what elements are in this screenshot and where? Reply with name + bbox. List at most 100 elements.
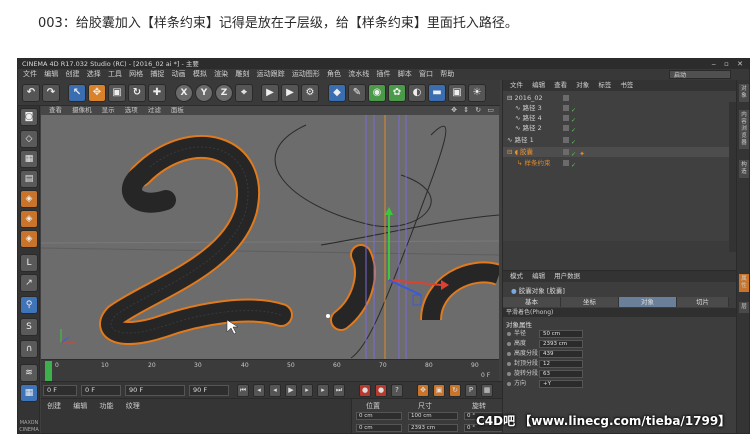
- keyframe-selection-icon[interactable]: ?: [391, 384, 403, 397]
- animate-dot-icon[interactable]: [507, 372, 511, 376]
- right-tab-structure[interactable]: 构造: [739, 160, 749, 178]
- direction-select[interactable]: +Y: [539, 380, 583, 388]
- deformer-icon[interactable]: ◐: [408, 84, 426, 102]
- menu-edit[interactable]: 编辑: [44, 69, 58, 80]
- window-controls[interactable]: ‒ ▫ ✕: [711, 59, 746, 69]
- make-editable-icon[interactable]: ◙: [20, 108, 38, 126]
- tree-row[interactable]: ∿ 路径 3 ✓: [503, 103, 736, 114]
- grid-icon[interactable]: ▦: [20, 384, 38, 402]
- animate-dot-icon[interactable]: [507, 362, 511, 366]
- tweak-mode-icon[interactable]: ↗: [20, 274, 38, 292]
- tree-row[interactable]: ∿ 路径 4 ✓: [503, 113, 736, 124]
- start-frame-field[interactable]: 0 F: [43, 385, 77, 396]
- min-frame-field[interactable]: 0 F: [81, 385, 121, 396]
- animate-dot-icon[interactable]: [507, 332, 511, 336]
- model-mode-icon[interactable]: ◇: [20, 130, 38, 148]
- om-menu-file[interactable]: 文件: [510, 81, 523, 89]
- floor-icon[interactable]: ▬: [428, 84, 446, 102]
- tab-basic[interactable]: 基本: [503, 297, 561, 307]
- layer-icon[interactable]: ≋: [20, 364, 38, 382]
- key-scale-icon[interactable]: ▣: [433, 384, 445, 397]
- cube-icon[interactable]: ◆: [328, 84, 346, 102]
- key-rotation-icon[interactable]: ↻: [449, 384, 461, 397]
- mat-menu-function[interactable]: 功能: [99, 402, 113, 410]
- menu-select[interactable]: 选择: [87, 69, 101, 80]
- scale-tool-icon[interactable]: ▣: [108, 84, 126, 102]
- vp-menu-view[interactable]: 查看: [49, 106, 62, 114]
- tree-row[interactable]: ∿ 路径 2 ✓: [503, 123, 736, 134]
- visibility-flag[interactable]: [563, 105, 569, 111]
- playhead[interactable]: [45, 361, 52, 381]
- menu-mograph[interactable]: 运动图形: [292, 69, 320, 80]
- enabled-check-icon[interactable]: ✓: [571, 140, 577, 146]
- am-menu-edit[interactable]: 编辑: [532, 272, 545, 280]
- move-tool-icon[interactable]: ✥: [88, 84, 106, 102]
- menu-plugins[interactable]: 插件: [377, 69, 391, 80]
- render-settings-icon[interactable]: ⚙: [301, 84, 319, 102]
- animate-dot-icon[interactable]: [507, 342, 511, 346]
- vp-menu-panel[interactable]: 面板: [171, 106, 184, 114]
- perspective-viewport[interactable]: 查看 摄像机 显示 选项 过滤 面板 ✥ ⇕ ↻ ▭: [41, 106, 499, 359]
- param-value[interactable]: 12: [539, 360, 583, 368]
- max-frame-field[interactable]: 90 F: [125, 385, 185, 396]
- next-frame-icon[interactable]: ▸: [301, 384, 313, 397]
- snap-icon[interactable]: ⚲: [20, 296, 38, 314]
- camera-icon[interactable]: ▣: [448, 84, 466, 102]
- tab-coordinates[interactable]: 坐标: [561, 297, 619, 307]
- add-object-icon[interactable]: ✚: [148, 84, 166, 102]
- mat-menu-create[interactable]: 创建: [47, 402, 61, 410]
- right-tab-attributes[interactable]: 属性: [739, 274, 749, 292]
- y-axis-lock-icon[interactable]: Y: [195, 84, 213, 102]
- right-tab-layers[interactable]: 层: [739, 302, 749, 313]
- coordinate-system-icon[interactable]: ⌖: [235, 84, 253, 102]
- param-value[interactable]: 63: [539, 370, 583, 378]
- solo-icon[interactable]: S: [20, 318, 38, 336]
- magnet-icon[interactable]: ∩: [20, 340, 38, 358]
- live-selection-icon[interactable]: ↖: [68, 84, 86, 102]
- key-parameter-icon[interactable]: P: [465, 384, 477, 397]
- tree-row[interactable]: ↳ 样条约束 ✓: [503, 158, 736, 169]
- om-menu-objects[interactable]: 对象: [576, 81, 589, 89]
- menu-mesh[interactable]: 网格: [129, 69, 143, 80]
- vp-menu-filter[interactable]: 过滤: [148, 106, 161, 114]
- edges-mode-icon[interactable]: ◈: [20, 210, 38, 228]
- am-menu-user-data[interactable]: 用户数据: [554, 272, 580, 280]
- menu-snap[interactable]: 捕捉: [150, 69, 164, 80]
- om-menu-view[interactable]: 查看: [554, 81, 567, 89]
- coord-position-field[interactable]: 0 cm: [356, 412, 402, 420]
- visibility-flag[interactable]: [563, 125, 569, 131]
- param-value[interactable]: 50 cm: [539, 330, 583, 338]
- tree-row[interactable]: ∿ 路径 1 ✓: [503, 135, 736, 146]
- viewport-nav-icons[interactable]: ✥ ⇕ ↻ ▭: [451, 106, 496, 115]
- enabled-check-icon[interactable]: ✓: [571, 128, 577, 134]
- light-icon[interactable]: ☀: [468, 84, 486, 102]
- menu-pipeline[interactable]: 流水线: [348, 69, 369, 80]
- am-menu-mode[interactable]: 模式: [510, 272, 523, 280]
- om-menu-tags[interactable]: 标签: [598, 81, 611, 89]
- axis-mode-icon[interactable]: L: [20, 254, 38, 272]
- param-value[interactable]: 439: [539, 350, 583, 358]
- vp-menu-options[interactable]: 选项: [125, 106, 138, 114]
- visibility-flag[interactable]: [563, 160, 569, 166]
- visibility-flag[interactable]: [563, 137, 569, 143]
- rotate-tool-icon[interactable]: ↻: [128, 84, 146, 102]
- subdivision-icon[interactable]: ◉: [368, 84, 386, 102]
- tree-row[interactable]: ⊟ 2016_02: [503, 93, 736, 103]
- prev-key-icon[interactable]: ◂: [253, 384, 265, 397]
- menu-window[interactable]: 窗口: [419, 69, 433, 80]
- vp-menu-display[interactable]: 显示: [102, 106, 115, 114]
- visibility-flag[interactable]: [563, 95, 569, 101]
- menu-animate[interactable]: 动画: [172, 69, 186, 80]
- cloner-icon[interactable]: ✿: [388, 84, 406, 102]
- coord-size-field[interactable]: 100 cm: [408, 412, 458, 420]
- points-mode-icon[interactable]: ◈: [20, 190, 38, 208]
- menu-tools[interactable]: 工具: [108, 69, 122, 80]
- polygons-mode-icon[interactable]: ◈: [20, 230, 38, 248]
- tab-slice[interactable]: 切片: [677, 297, 729, 307]
- visibility-flag[interactable]: [563, 149, 569, 155]
- menu-character[interactable]: 角色: [327, 69, 341, 80]
- menu-render[interactable]: 渲染: [214, 69, 228, 80]
- redo-icon[interactable]: ↷: [42, 84, 60, 102]
- menu-help[interactable]: 帮助: [440, 69, 454, 80]
- go-to-end-icon[interactable]: ⏭: [333, 384, 345, 397]
